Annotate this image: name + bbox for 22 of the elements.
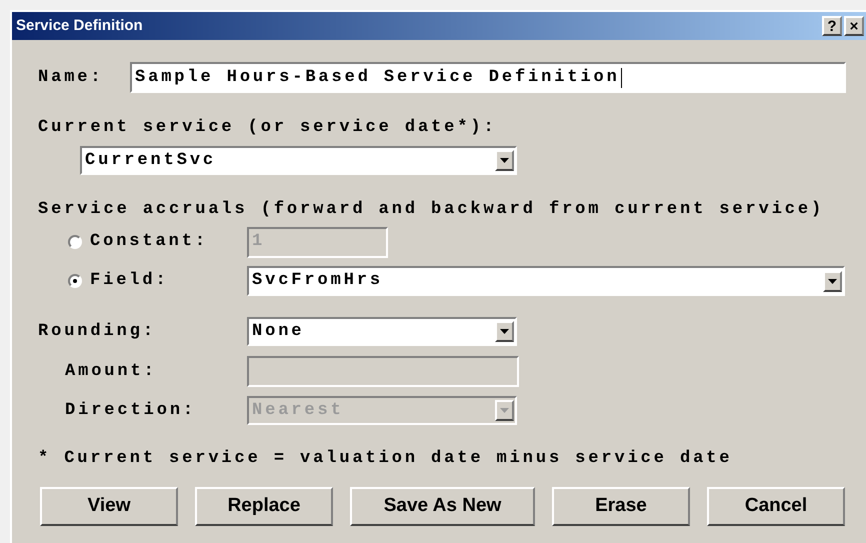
dropdown-field[interactable]: None [247, 317, 517, 346]
field-label: Service accruals (forward and backward from current service) [38, 199, 824, 222]
field-label: Field: [90, 270, 170, 292]
footnote-text: * Current service = valuation date minus service date [38, 448, 732, 470]
field-label: Name: [38, 66, 105, 89]
window-title: Service Definition [16, 16, 143, 36]
title-bar-button[interactable]: ? [822, 16, 842, 36]
title-bar-button[interactable]: × [844, 16, 864, 36]
field-label: Amount: [65, 360, 158, 383]
dialog-button[interactable]: Replace [195, 487, 333, 526]
dialog-button[interactable]: Erase [552, 487, 690, 526]
field-label: Direction: [65, 400, 198, 422]
radio-button[interactable] [68, 274, 82, 288]
dialog-button[interactable]: Cancel [707, 487, 845, 526]
dropdown-field[interactable]: SvcFromHrs [247, 266, 845, 296]
field-label: Constant: [90, 231, 209, 254]
field-label: Rounding: [38, 320, 157, 343]
field-label: Current service (or service date*): [38, 117, 497, 140]
text-field[interactable]: Sample Hours-Based Service Definition [130, 62, 846, 93]
dialog-button[interactable]: Save As New [350, 487, 535, 526]
dialog-button[interactable]: View [40, 487, 178, 526]
dropdown-field[interactable]: CurrentSvc [80, 146, 517, 175]
